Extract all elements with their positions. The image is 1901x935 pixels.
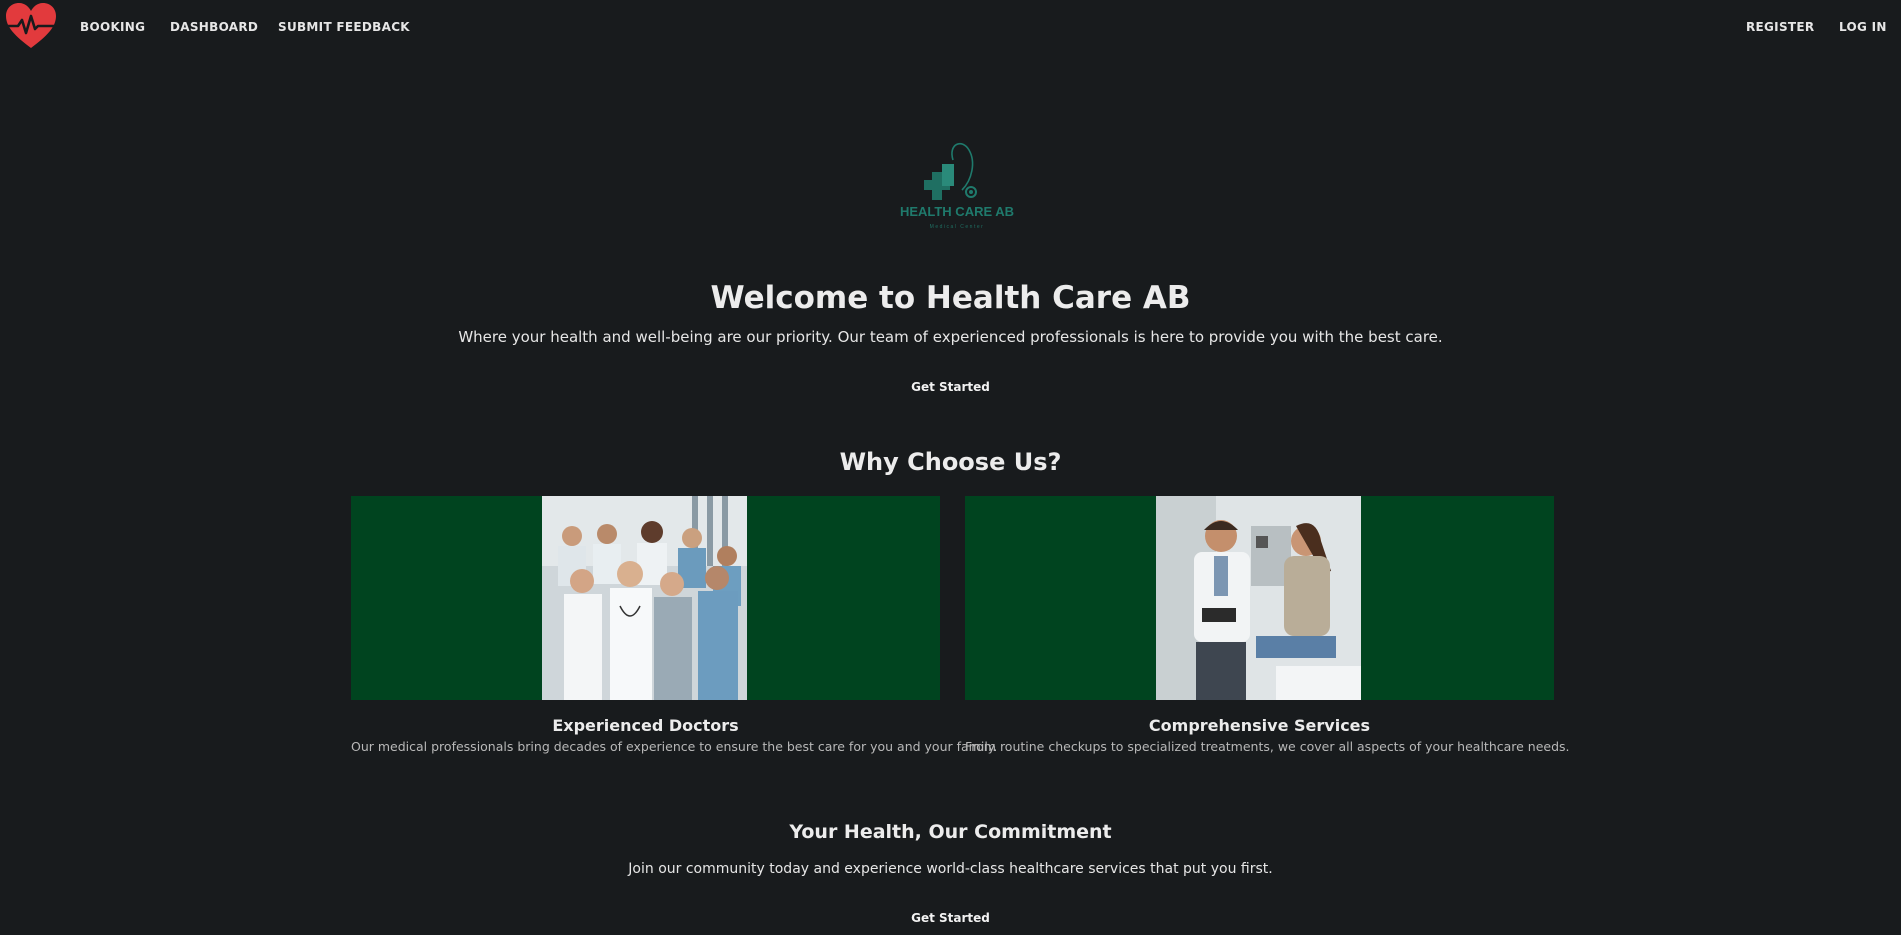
nav-register-link[interactable]: REGISTER	[1746, 20, 1814, 34]
heart-pulse-icon[interactable]	[5, 2, 57, 52]
card-media	[351, 496, 940, 700]
nav-submit-feedback-link[interactable]: SUBMIT FEEDBACK	[278, 20, 410, 34]
get-started-button[interactable]: Get Started	[911, 380, 990, 394]
card-title: Comprehensive Services	[1148, 716, 1371, 735]
feature-card-doctors: Experienced Doctors Our medical professi…	[351, 496, 998, 754]
health-care-logo: HEALTH CARE AB Medical Center	[900, 142, 1014, 230]
doctor-consultation-image	[1156, 496, 1361, 700]
card-media	[965, 496, 1554, 700]
nav-login-link[interactable]: LOG IN	[1839, 20, 1887, 34]
hero-title: Welcome to Health Care AB	[710, 280, 1191, 316]
hero-subtitle: Where your health and well-being are our…	[458, 328, 1443, 346]
commitment-subtitle: Join our community today and experience …	[628, 861, 1273, 877]
commitment-title: Your Health, Our Commitment	[789, 821, 1112, 843]
hero-cta-wrap: Get Started	[0, 376, 1901, 395]
card-title: Experienced Doctors	[552, 716, 739, 735]
card-text: From routine checkups to specialized tre…	[965, 739, 1570, 754]
nav-dashboard-link[interactable]: DASHBOARD	[170, 20, 258, 34]
commitment-cta-wrap: Get Started	[0, 907, 1901, 926]
doctors-team-image	[542, 496, 747, 700]
top-navbar: BOOKING DASHBOARD SUBMIT FEEDBACK REGIST…	[0, 0, 1901, 54]
card-text: Our medical professionals bring decades …	[351, 739, 998, 754]
logo-tagline: Medical Center	[930, 224, 985, 230]
nav-booking-link[interactable]: BOOKING	[80, 20, 145, 34]
get-started-button-bottom[interactable]: Get Started	[911, 911, 990, 925]
why-section-title: Why Choose Us?	[839, 448, 1062, 476]
feature-card-services: Comprehensive Services From routine chec…	[965, 496, 1570, 754]
logo-wordmark: HEALTH CARE AB	[900, 204, 1014, 219]
